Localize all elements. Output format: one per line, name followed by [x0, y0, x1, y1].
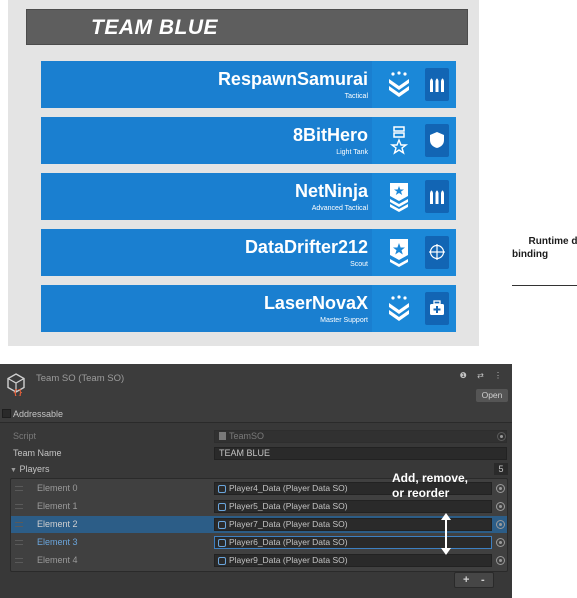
- player-role: Master Support: [320, 317, 368, 324]
- player-name-block: LaserNovaX Master Support: [41, 285, 372, 332]
- list-add-remove-controls: + -: [454, 572, 494, 588]
- remove-element-button[interactable]: -: [481, 574, 485, 586]
- player-data-so-icon: [218, 503, 226, 511]
- runtime-note-line2: binding: [512, 249, 549, 260]
- player-name: NetNinja: [294, 181, 368, 201]
- player-name: LaserNovaX: [263, 293, 368, 313]
- star-chevrons-rank-icon: [390, 183, 408, 212]
- team-name-input[interactable]: TEAM BLUE: [214, 447, 507, 460]
- player-name: 8BitHero: [292, 125, 368, 145]
- star-badge-rank-icon: [390, 239, 408, 267]
- player-card[interactable]: DataDrifter212 Scout: [41, 229, 456, 276]
- element-value: Player4_Data (Player Data SO): [229, 483, 348, 493]
- player-role: Scout: [350, 261, 368, 268]
- player-role: Light Tank: [336, 149, 368, 156]
- team-title: TEAM BLUE: [91, 16, 218, 39]
- class-badge: [425, 124, 449, 157]
- reorder-annotation-line2: or reorder: [392, 486, 450, 500]
- drag-handle-icon[interactable]: [15, 558, 23, 563]
- players-foldout[interactable]: ▼ Players: [10, 464, 49, 474]
- medal-star-rank-icon: [389, 126, 409, 155]
- player-role: Tactical: [344, 93, 368, 100]
- player-data-so-icon: [218, 521, 226, 529]
- class-badge: [425, 292, 449, 325]
- list-item[interactable]: Element 2 Player7_Data (Player Data SO): [11, 516, 507, 533]
- element-value: Player9_Data (Player Data SO): [229, 555, 348, 565]
- player-card[interactable]: 8BitHero Light Tank: [41, 117, 456, 164]
- player-card[interactable]: RespawnSamurai Tactical: [41, 61, 456, 108]
- open-button[interactable]: Open: [476, 389, 508, 402]
- runtime-note-divider: [512, 285, 577, 286]
- reorder-annotation: Add, remove, or reorder: [392, 471, 468, 501]
- runtime-binding-note: Runtime d binding: [508, 235, 577, 261]
- script-field: TeamSO: [214, 430, 507, 443]
- team-display-panel: TEAM BLUE RespawnSamurai Tactical 8BitHe…: [8, 0, 479, 346]
- class-badge: [425, 68, 449, 101]
- reorder-annotation-line1: Add, remove,: [392, 471, 469, 485]
- object-picker-icon[interactable]: [496, 538, 505, 547]
- list-item[interactable]: Element 4 Player9_Data (Player Data SO): [11, 552, 507, 569]
- ammo-icon: [430, 78, 444, 92]
- player-data-so-icon: [218, 557, 226, 565]
- element-label: Element 1: [37, 501, 78, 511]
- team-title-bar: TEAM BLUE: [26, 9, 468, 45]
- player-name-block: DataDrifter212 Scout: [41, 229, 372, 276]
- reorder-arrow-icon: [441, 513, 451, 555]
- add-element-button[interactable]: +: [463, 574, 469, 586]
- shield-icon: [430, 132, 444, 148]
- list-item[interactable]: Element 3 Player6_Data (Player Data SO): [11, 534, 507, 551]
- foldout-arrow-icon: ▼: [10, 467, 17, 474]
- class-badge: [425, 180, 449, 213]
- script-label: Script: [13, 431, 37, 441]
- inspector-header-icons[interactable]: ❶ ⇄ ⋮: [460, 371, 506, 380]
- player-name-block: 8BitHero Light Tank: [41, 117, 372, 164]
- runtime-note-line1: Runtime d: [528, 236, 577, 247]
- team-name-label: Team Name: [13, 448, 62, 458]
- element-value: Player7_Data (Player Data SO): [229, 519, 348, 529]
- player-name: RespawnSamurai: [217, 69, 368, 89]
- element-label: Element 4: [37, 555, 78, 565]
- players-label: Players: [19, 464, 50, 474]
- element-label: Element 3: [37, 537, 78, 547]
- drag-handle-icon[interactable]: [15, 540, 23, 545]
- player-role: Advanced Tactical: [311, 205, 368, 212]
- element-value: Player5_Data (Player Data SO): [229, 501, 348, 511]
- object-picker-icon[interactable]: [496, 556, 505, 565]
- chevron-stars-rank-icon: [389, 71, 409, 97]
- drag-handle-icon[interactable]: [15, 486, 23, 491]
- drag-handle-icon[interactable]: [15, 522, 23, 527]
- svg-text:{}: {}: [13, 388, 23, 396]
- players-count-field[interactable]: 5: [494, 463, 508, 475]
- element-value: Player6_Data (Player Data SO): [229, 537, 348, 547]
- player-name-block: NetNinja Advanced Tactical: [41, 173, 372, 220]
- crosshair-icon: [429, 244, 445, 260]
- addressable-label: Addressable: [13, 409, 64, 419]
- script-file-icon: [219, 432, 226, 440]
- object-picker-icon[interactable]: [496, 502, 505, 511]
- scriptable-object-icon: {}: [7, 373, 25, 396]
- element-label: Element 2: [37, 519, 78, 529]
- chevron-stars-rank-icon: [389, 295, 409, 321]
- addressable-checkbox[interactable]: [2, 409, 11, 418]
- player-card[interactable]: LaserNovaX Master Support: [41, 285, 456, 332]
- player-data-so-icon: [218, 485, 226, 493]
- script-value: TeamSO: [229, 431, 265, 441]
- object-picker-icon[interactable]: [496, 484, 505, 493]
- script-target-icon: [497, 432, 506, 441]
- class-badge: [425, 236, 449, 269]
- inspector-header: {} Team SO (Team SO) ❶ ⇄ ⋮ Open: [0, 364, 512, 406]
- screen: TEAM BLUE RespawnSamurai Tactical 8BitHe…: [0, 0, 577, 598]
- player-card[interactable]: NetNinja Advanced Tactical: [41, 173, 456, 220]
- element-label: Element 0: [37, 483, 78, 493]
- drag-handle-icon[interactable]: [15, 504, 23, 509]
- player-data-so-icon: [218, 539, 226, 547]
- ammo-icon: [430, 190, 444, 204]
- player-name-block: RespawnSamurai Tactical: [41, 61, 372, 108]
- addressable-row: Addressable: [0, 406, 512, 423]
- medkit-icon: [430, 300, 444, 315]
- object-picker-icon[interactable]: [496, 520, 505, 529]
- player-name: DataDrifter212: [244, 237, 368, 257]
- inspector-title: Team SO (Team SO): [36, 373, 125, 384]
